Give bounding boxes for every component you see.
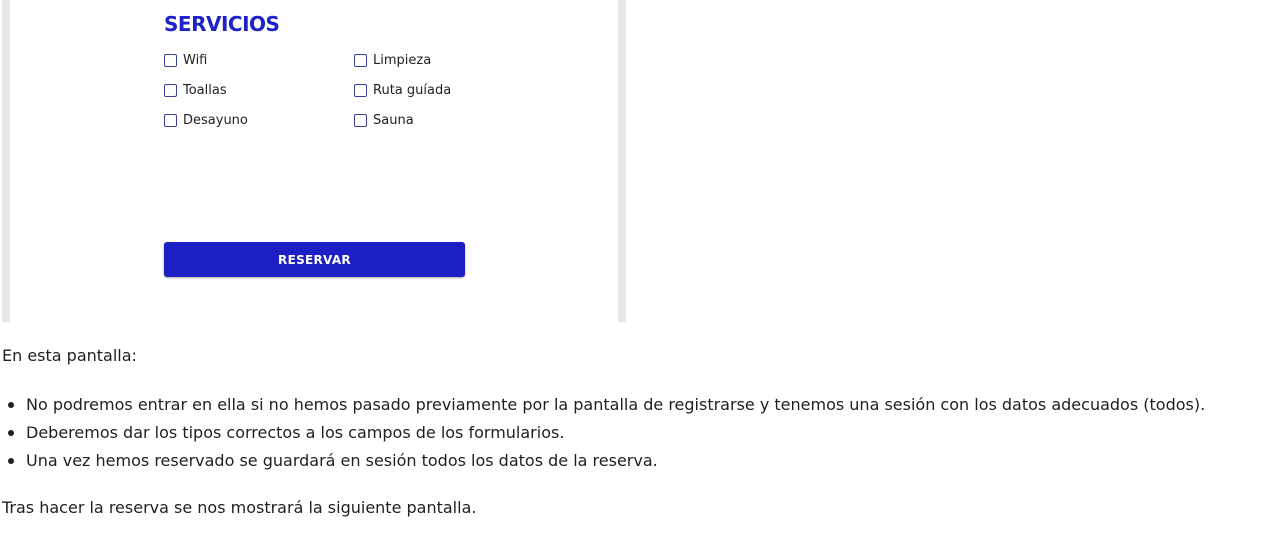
requirements-list: No podremos entrar en ella si no hemos p…: [0, 393, 1205, 477]
bullet-icon: [8, 430, 14, 436]
service-option-desayuno[interactable]: Desayuno: [164, 111, 248, 129]
service-label: Wifi: [183, 52, 208, 68]
list-item-text: Deberemos dar los tipos correctos a los …: [26, 423, 565, 442]
list-item: Deberemos dar los tipos correctos a los …: [0, 421, 1205, 449]
form-screenshot: SERVICIOS Wifi Limpieza Toallas Ruta guí…: [2, 0, 626, 322]
list-item: Una vez hemos reservado se guardará en s…: [0, 449, 1205, 477]
checkbox-icon[interactable]: [354, 53, 367, 67]
intro-paragraph: En esta pantalla:: [2, 346, 137, 365]
service-label: Limpieza: [373, 52, 432, 68]
checkbox-icon[interactable]: [354, 83, 367, 97]
service-label: Ruta guíada: [373, 82, 452, 98]
reserve-button[interactable]: RESERVAR: [164, 242, 465, 277]
list-item-text: No podremos entrar en ella si no hemos p…: [26, 395, 1206, 414]
service-option-ruta-guiada[interactable]: Ruta guíada: [354, 81, 451, 99]
service-option-wifi[interactable]: Wifi: [164, 51, 207, 69]
service-label: Toallas: [183, 82, 227, 98]
checkbox-icon[interactable]: [164, 83, 177, 97]
service-option-toallas[interactable]: Toallas: [164, 81, 227, 99]
checkbox-icon[interactable]: [164, 113, 177, 127]
service-option-limpieza[interactable]: Limpieza: [354, 51, 431, 69]
checkbox-icon[interactable]: [354, 113, 367, 127]
list-item-text: Una vez hemos reservado se guardará en s…: [26, 451, 658, 470]
service-label: Desayuno: [183, 112, 248, 128]
services-heading: SERVICIOS: [164, 12, 280, 36]
list-item: No podremos entrar en ella si no hemos p…: [0, 393, 1205, 421]
service-label: Sauna: [373, 112, 414, 128]
service-option-sauna[interactable]: Sauna: [354, 111, 414, 129]
outro-paragraph: Tras hacer la reserva se nos mostrará la…: [2, 498, 477, 517]
bullet-icon: [8, 402, 14, 408]
checkbox-icon[interactable]: [164, 53, 177, 67]
bullet-icon: [8, 458, 14, 464]
